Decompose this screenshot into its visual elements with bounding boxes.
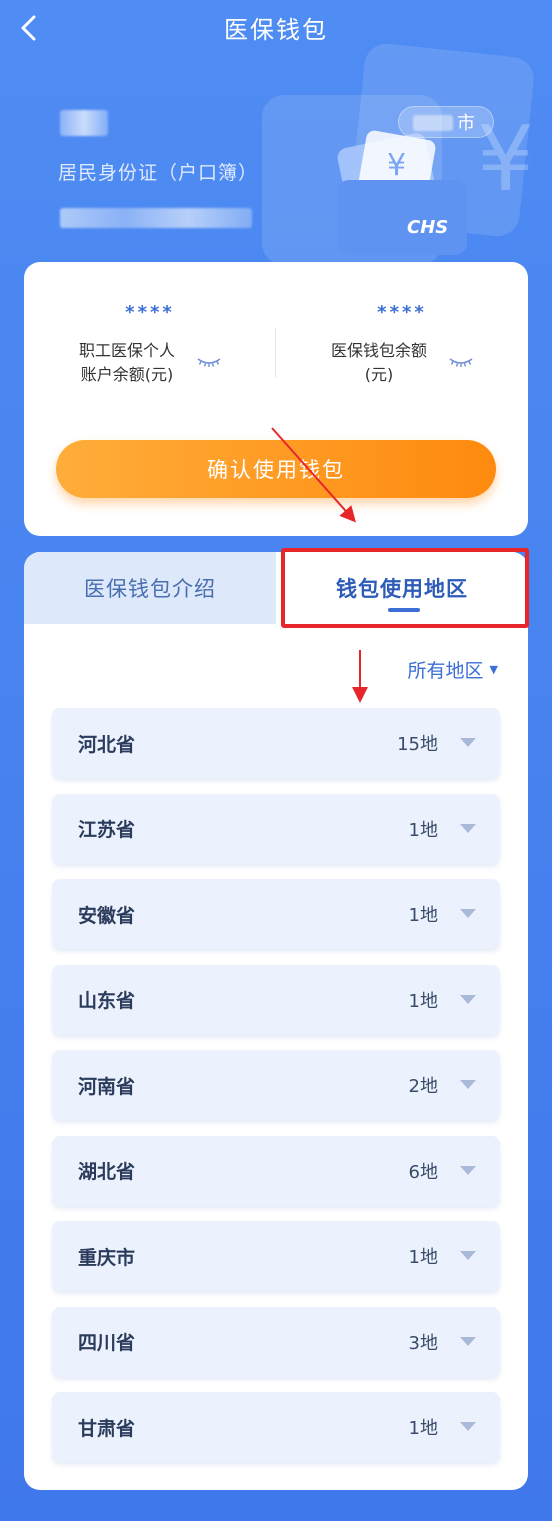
region-name: 重庆市 xyxy=(78,1246,136,1269)
region-count: 6地 xyxy=(408,1161,438,1183)
expand-caret-icon xyxy=(460,1251,476,1260)
region-count: 1地 xyxy=(408,819,438,841)
region-count: 1地 xyxy=(408,990,438,1012)
region-count: 1地 xyxy=(408,905,438,926)
wallet-balance-label-line2: (元) xyxy=(364,365,394,384)
eye-closed-icon[interactable] xyxy=(197,356,221,370)
region-count: 1地 xyxy=(408,1418,438,1439)
tab-wallet-intro[interactable]: 医保钱包介绍 xyxy=(24,552,276,624)
region-name: 甘肃省 xyxy=(78,1417,136,1440)
city-badge: 市 xyxy=(398,106,494,138)
region-name: 四川省 xyxy=(78,1332,136,1354)
expand-caret-icon xyxy=(460,994,476,1004)
city-suffix: 市 xyxy=(457,113,475,134)
id-number-masked xyxy=(60,208,252,228)
wallet-balance-label: 医保钱包余额 (元) xyxy=(331,339,427,387)
region-row[interactable]: 河北省 15地 xyxy=(52,708,500,778)
city-name-masked xyxy=(413,115,453,131)
svg-text:¥: ¥ xyxy=(387,148,406,183)
svg-text:CHS: CHS xyxy=(407,217,448,238)
wallet-balance-amount: **** xyxy=(377,302,427,323)
expand-caret-icon xyxy=(460,1165,476,1175)
region-row[interactable]: 河南省 2地 xyxy=(52,1050,500,1120)
region-filter-label: 所有地区 xyxy=(407,660,484,682)
balance-card: **** 职工医保个人 账户余额(元) **** 医保钱包余额 (元) 确认使用… xyxy=(24,262,528,536)
employee-balance-amount: **** xyxy=(125,302,175,323)
id-type-label: 居民身份证（户口簿） xyxy=(58,162,259,184)
employee-balance-label-line1: 职工医保个人 xyxy=(78,341,175,360)
region-count: 1地 xyxy=(408,1247,438,1268)
region-row[interactable]: 重庆市 1地 xyxy=(52,1221,500,1291)
region-row[interactable]: 湖北省 6地 xyxy=(52,1135,500,1206)
wallet-balance: **** 医保钱包余额 (元) xyxy=(276,302,528,387)
region-row[interactable]: 江苏省 1地 xyxy=(52,793,500,864)
caret-down-icon: ▼ xyxy=(489,663,498,676)
region-count: 2地 xyxy=(408,1076,438,1097)
wallet-illustration: ¥ ¥ CHS xyxy=(262,43,534,265)
tab-usage-regions[interactable]: 钱包使用地区 xyxy=(276,552,528,624)
region-row[interactable]: 安徽省 1地 xyxy=(52,879,500,949)
region-count: 15地 xyxy=(397,734,438,755)
user-name-masked xyxy=(60,110,108,136)
region-name: 河北省 xyxy=(78,733,136,756)
wallet-balance-label-line1: 医保钱包余额 xyxy=(330,341,427,360)
expand-caret-icon xyxy=(460,1422,476,1431)
confirm-use-wallet-button[interactable]: 确认使用钱包 xyxy=(56,440,496,498)
region-name: 湖北省 xyxy=(78,1161,136,1183)
tab-bar: 医保钱包介绍 钱包使用地区 xyxy=(24,552,528,624)
expand-caret-icon xyxy=(460,1080,476,1089)
employee-account-balance: **** 职工医保个人 账户余额(元) xyxy=(24,302,276,387)
expand-caret-icon xyxy=(460,738,476,747)
region-row[interactable]: 四川省 3地 xyxy=(52,1306,500,1377)
expand-caret-icon xyxy=(460,1336,476,1346)
region-row[interactable]: 山东省 1地 xyxy=(52,964,500,1035)
region-name: 江苏省 xyxy=(78,819,136,841)
region-count: 3地 xyxy=(408,1332,438,1354)
expand-caret-icon xyxy=(460,823,476,833)
employee-balance-label: 职工医保个人 账户余额(元) xyxy=(79,339,175,387)
expand-caret-icon xyxy=(460,909,476,918)
active-tab-indicator xyxy=(388,608,420,612)
region-card: 医保钱包介绍 钱包使用地区 所有地区 ▼ 河北省 15地 江苏省 1地 安徽省 … xyxy=(24,552,528,1490)
employee-balance-label-line2: 账户余额(元) xyxy=(80,365,174,384)
region-name: 安徽省 xyxy=(78,904,136,927)
eye-closed-icon[interactable] xyxy=(449,356,473,370)
region-filter-dropdown[interactable]: 所有地区 ▼ xyxy=(408,656,498,683)
region-name: 山东省 xyxy=(78,990,136,1012)
region-list: 河北省 15地 江苏省 1地 安徽省 1地 山东省 1地 河南省 2地 湖北省 … xyxy=(52,708,500,1478)
region-row[interactable]: 甘肃省 1地 xyxy=(52,1392,500,1462)
region-name: 河南省 xyxy=(78,1075,136,1098)
